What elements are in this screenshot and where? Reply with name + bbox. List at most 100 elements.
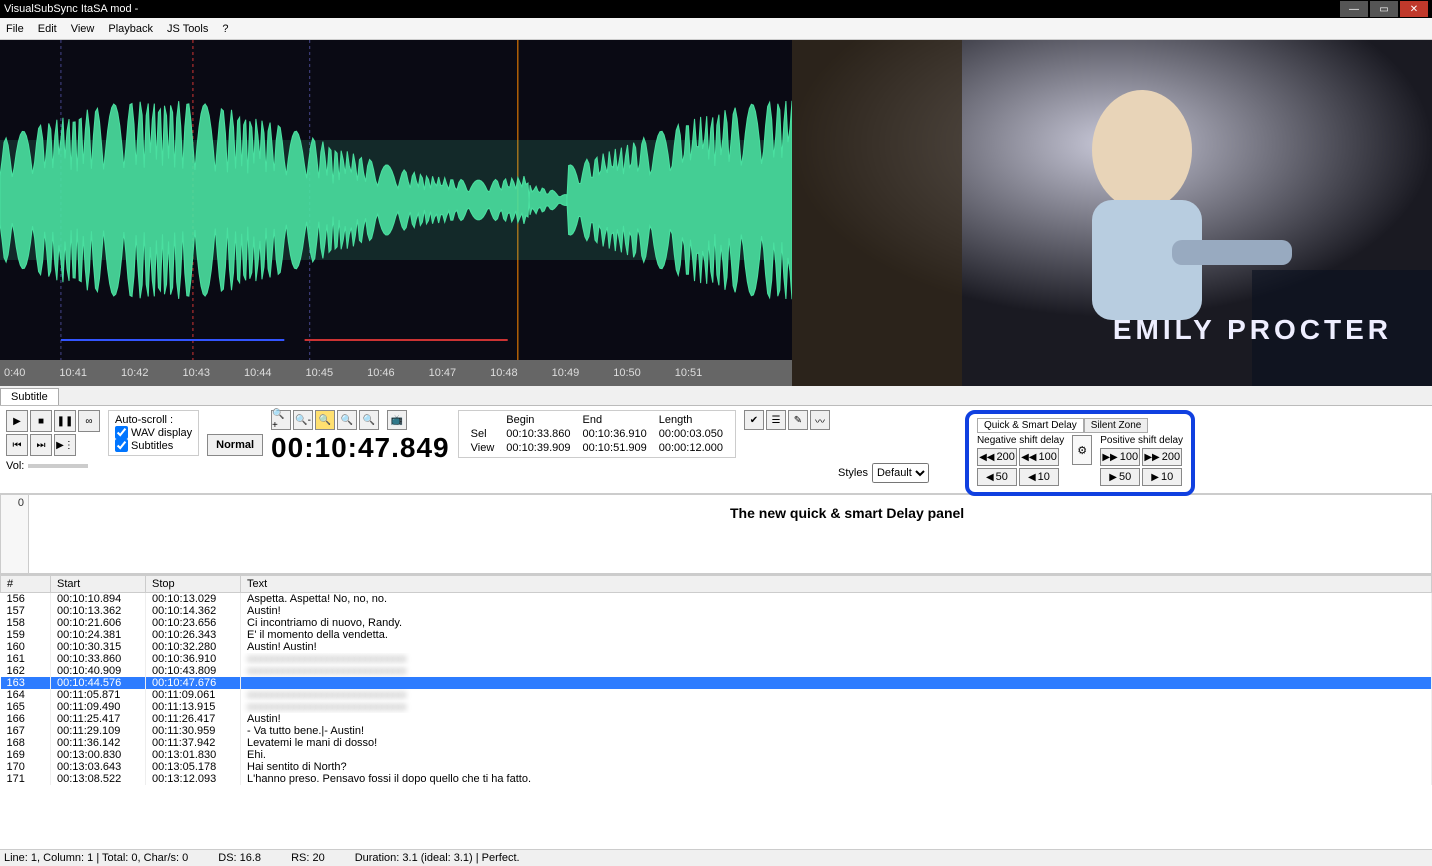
zoom-out-button[interactable]: 🔍-	[293, 410, 313, 430]
subtitles-checkbox[interactable]: Subtitles	[115, 439, 192, 452]
timeline-tick: 10:51	[675, 367, 703, 379]
neg-shift-100-button[interactable]: ◀◀ 100	[1019, 448, 1059, 466]
table-row[interactable]: 15800:10:21.60600:10:23.656Ci incontriam…	[1, 617, 1432, 629]
col-header[interactable]: Start	[51, 576, 146, 593]
neg-shift-label: Negative shift delay	[977, 435, 1064, 446]
timeline-tick: 10:49	[552, 367, 580, 379]
close-button[interactable]: ✕	[1400, 1, 1428, 17]
table-row[interactable]: 17000:13:03.64300:13:05.178Hai sentito d…	[1, 761, 1432, 773]
subtitle-table: #StartStopText 15600:10:10.89400:10:13.0…	[0, 575, 1432, 785]
tab-silent-zone[interactable]: Silent Zone	[1084, 418, 1149, 433]
list-button[interactable]: ☰	[766, 410, 786, 430]
table-row[interactable]: 15900:10:24.38100:10:26.343E' il momento…	[1, 629, 1432, 641]
maximize-button[interactable]: ▭	[1370, 1, 1398, 17]
wave-edit-button[interactable]: 〰	[810, 410, 830, 430]
pos-shift-50-button[interactable]: ▶ 50	[1100, 468, 1140, 486]
menu-file[interactable]: File	[6, 23, 24, 35]
col-header[interactable]: Stop	[146, 576, 241, 593]
sel-row-label: Sel	[465, 427, 501, 441]
play-end-button[interactable]: ▶⋮	[54, 434, 76, 456]
autoscroll-group: Auto-scroll : WAV display Subtitles	[108, 410, 199, 456]
timeline-tick: 10:44	[244, 367, 272, 379]
volume-slider[interactable]	[28, 464, 88, 468]
col-header[interactable]: #	[1, 576, 51, 593]
edit-button[interactable]: ✎	[788, 410, 808, 430]
title-bar: VisualSubSync ItaSA mod - — ▭ ✕	[0, 0, 1432, 18]
table-row[interactable]: 16200:10:40.90900:10:43.809xxxxxxxxxxxxx…	[1, 665, 1432, 677]
callout-text: The new quick & smart Delay panel	[730, 505, 964, 521]
timing-panel: Begin End Length Sel 00:10:33.860 00:10:…	[458, 410, 736, 458]
normal-speed-button[interactable]: Normal	[207, 434, 263, 456]
edit-tools: ✔ ☰ ✎ 〰	[744, 410, 830, 430]
table-row[interactable]: 16700:11:29.10900:11:30.959- Va tutto be…	[1, 725, 1432, 737]
menu-bar: File Edit View Playback JS Tools?	[0, 18, 1432, 40]
neg-shift-10-button[interactable]: ◀ 10	[1019, 468, 1059, 486]
stop-button[interactable]: ■	[30, 410, 52, 432]
app-title: VisualSubSync ItaSA mod -	[4, 3, 138, 15]
table-row[interactable]: 16000:10:30.31500:10:32.280Austin! Austi…	[1, 641, 1432, 653]
status-duration: Duration: 3.1 (ideal: 3.1) | Perfect.	[355, 852, 520, 864]
timeline-tick: 10:48	[490, 367, 518, 379]
timeline-ruler[interactable]: 0:4010:4110:4210:4310:4410:4510:4610:471…	[0, 360, 792, 386]
pos-shift-100-button[interactable]: ▶▶ 100	[1100, 448, 1140, 466]
editor-line-number: 0	[1, 495, 29, 573]
menu-[interactable]: ?	[222, 23, 228, 35]
menu-view[interactable]: View	[71, 23, 95, 35]
neg-shift-50-button[interactable]: ◀ 50	[977, 468, 1017, 486]
tab-quick-delay[interactable]: Quick & Smart Delay	[977, 418, 1084, 433]
pos-shift-label: Positive shift delay	[1100, 435, 1183, 446]
pause-button[interactable]: ❚❚	[54, 410, 76, 432]
style-select-group: Styles Default	[838, 463, 929, 483]
timeline-tick: 10:45	[306, 367, 334, 379]
timeline-tick: 0:40	[4, 367, 25, 379]
play-button[interactable]: ▶	[6, 410, 28, 432]
table-row[interactable]: 16500:11:09.49000:11:13.915xxxxxxxxxxxxx…	[1, 701, 1432, 713]
video-preview[interactable]: EMILY PROCTER	[792, 40, 1432, 386]
minimize-button[interactable]: —	[1340, 1, 1368, 17]
menu-playback[interactable]: Playback	[108, 23, 153, 35]
view-length: 00:00:12.000	[653, 441, 729, 455]
timeline-tick: 10:41	[59, 367, 87, 379]
timeline-tick: 10:42	[121, 367, 149, 379]
styles-dropdown[interactable]: Default	[872, 463, 929, 483]
table-row[interactable]: 16800:11:36.14200:11:37.942Levatemi le m…	[1, 737, 1432, 749]
next-button[interactable]: ⏭	[30, 434, 52, 456]
check-button[interactable]: ✔	[744, 410, 764, 430]
loop-button[interactable]: ∞	[78, 410, 100, 432]
table-row[interactable]: 16600:11:25.41700:11:26.417Austin!	[1, 713, 1432, 725]
waveform-panel[interactable]: 0:4010:4110:4210:4310:4410:4510:4610:471…	[0, 40, 792, 386]
zoom-all-button[interactable]: 🔍	[337, 410, 357, 430]
autoscroll-title: Auto-scroll :	[115, 414, 192, 426]
pos-shift-10-button[interactable]: ▶ 10	[1142, 468, 1182, 486]
tab-row: Subtitle	[0, 386, 1432, 406]
playback-buttons: ▶ ■ ❚❚ ∞ ⏮ ⏭ ▶⋮	[6, 410, 100, 456]
status-ds: DS: 16.8	[218, 852, 261, 864]
prev-button[interactable]: ⏮	[6, 434, 28, 456]
menu-jstools[interactable]: JS Tools	[167, 23, 208, 35]
timeline-tick: 10:50	[613, 367, 641, 379]
video-toggle-button[interactable]: 📺	[387, 410, 407, 430]
pos-shift-200-button[interactable]: ▶▶ 200	[1142, 448, 1182, 466]
subtitle-editor[interactable]: 0	[0, 494, 1432, 574]
timeline-tick: 10:46	[367, 367, 395, 379]
view-begin: 00:10:39.909	[500, 441, 576, 455]
wav-display-checkbox[interactable]: WAV display	[115, 426, 192, 439]
zoom-buttons: 🔍+ 🔍- 🔍 🔍 🔍 📺	[271, 410, 450, 430]
table-row[interactable]: 15600:10:10.89400:10:13.029Aspetta. Aspe…	[1, 593, 1432, 606]
zoom-page-button[interactable]: 🔍	[359, 410, 379, 430]
menu-edit[interactable]: Edit	[38, 23, 57, 35]
table-row[interactable]: 16300:10:44.57600:10:47.676	[1, 677, 1432, 689]
sel-end: 00:10:36.910	[577, 427, 653, 441]
col-header[interactable]: Text	[241, 576, 1432, 593]
table-row[interactable]: 17100:13:08.52200:13:12.093L'hanno preso…	[1, 773, 1432, 785]
zoom-sel-button[interactable]: 🔍	[315, 410, 335, 430]
table-row[interactable]: 16100:10:33.86000:10:36.910xxxxxxxxxxxxx…	[1, 653, 1432, 665]
table-row[interactable]: 16400:11:05.87100:11:09.061xxxxxxxxxxxxx…	[1, 689, 1432, 701]
tab-subtitle[interactable]: Subtitle	[0, 388, 59, 405]
table-row[interactable]: 16900:13:00.83000:13:01.830Ehi.	[1, 749, 1432, 761]
smart-delay-icon[interactable]: ⚙	[1072, 435, 1092, 465]
subtitle-table-wrap[interactable]: #StartStopText 15600:10:10.89400:10:13.0…	[0, 574, 1432, 849]
zoom-in-button[interactable]: 🔍+	[271, 410, 291, 430]
table-row[interactable]: 15700:10:13.36200:10:14.362Austin!	[1, 605, 1432, 617]
neg-shift-200-button[interactable]: ◀◀ 200	[977, 448, 1017, 466]
